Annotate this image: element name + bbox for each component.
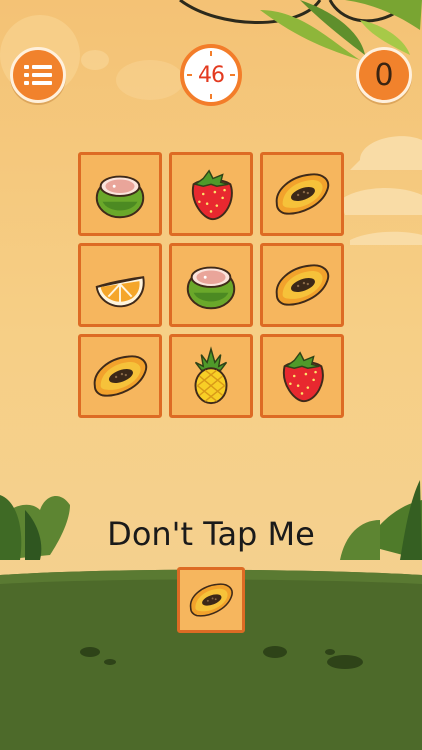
papaya-icon bbox=[271, 163, 333, 225]
fruit-tile[interactable] bbox=[169, 334, 253, 418]
fruit-grid bbox=[78, 152, 344, 418]
papaya-icon bbox=[186, 575, 236, 625]
fruit-tile[interactable] bbox=[78, 152, 162, 236]
list-menu-icon bbox=[24, 65, 52, 85]
strawberry-icon bbox=[271, 345, 333, 407]
menu-button[interactable] bbox=[10, 47, 66, 103]
strawberry-icon bbox=[180, 163, 242, 225]
fruit-tile[interactable] bbox=[260, 152, 344, 236]
forbidden-fruit-tile bbox=[177, 567, 245, 633]
score-badge: 0 bbox=[356, 47, 412, 103]
clock-ticks-icon bbox=[187, 51, 235, 99]
fruit-tile[interactable] bbox=[260, 243, 344, 327]
papaya-icon bbox=[271, 254, 333, 316]
orange-slice-icon bbox=[89, 254, 151, 316]
score-value: 0 bbox=[374, 57, 394, 93]
countdown-timer: 46 bbox=[180, 44, 242, 106]
fruit-tile[interactable] bbox=[260, 334, 344, 418]
pineapple-icon bbox=[180, 345, 242, 407]
fruit-tile[interactable] bbox=[169, 243, 253, 327]
fruit-tile[interactable] bbox=[78, 243, 162, 327]
papaya-icon bbox=[89, 345, 151, 407]
coconut-icon bbox=[180, 254, 242, 316]
fruit-tile[interactable] bbox=[78, 334, 162, 418]
game-screen: 46 0 Don't Tap Me bbox=[0, 0, 422, 750]
coconut-icon bbox=[89, 163, 151, 225]
instruction-caption: Don't Tap Me bbox=[107, 515, 315, 553]
fruit-tile[interactable] bbox=[169, 152, 253, 236]
